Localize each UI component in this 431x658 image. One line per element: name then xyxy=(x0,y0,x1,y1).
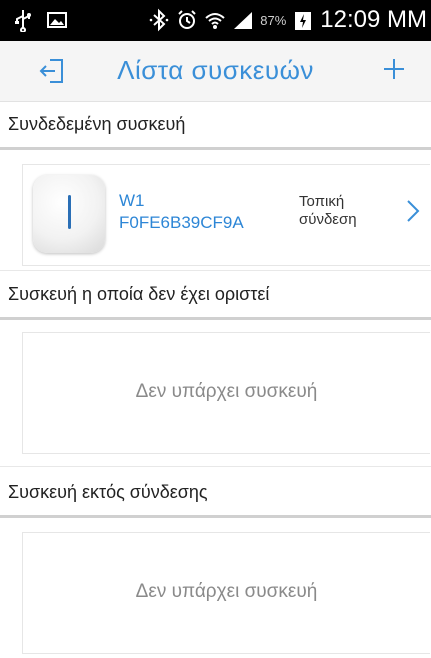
bluetooth-icon xyxy=(149,8,169,32)
alarm-icon xyxy=(178,10,196,29)
page-title: Λίστα συσκευών xyxy=(117,55,314,85)
battery-charging-icon xyxy=(295,12,312,30)
device-status-line2: σύνδεση xyxy=(299,211,357,228)
clock: 12:09 MM xyxy=(320,6,427,33)
divider xyxy=(0,270,431,271)
empty-unassigned-text: Δεν υπάρχει συσκευή xyxy=(135,381,318,402)
chevron-right-icon[interactable] xyxy=(402,195,424,227)
add-device-icon[interactable] xyxy=(379,53,409,85)
usb-icon xyxy=(15,10,31,32)
app-header: Λίστα συσκευών xyxy=(0,41,431,102)
section-unassigned-header: Συσκευή η οποία δεν έχει οριστεί xyxy=(0,272,431,320)
section-connected-title: Συνδεδεμένη συσκευή xyxy=(8,114,186,134)
section-offline-title: Συσκευή εκτός σύνδεσης xyxy=(8,482,208,502)
status-left-icons xyxy=(12,8,68,32)
device-status-line1: Τοπική xyxy=(299,193,345,210)
empty-offline-box: Δεν υπάρχει συσκευή xyxy=(22,532,430,654)
divider xyxy=(0,466,431,467)
device-connection-status: Τοπική σύνδεση xyxy=(299,193,357,229)
battery-percent: 87% xyxy=(260,12,287,28)
device-thumbnail xyxy=(33,175,105,253)
image-notification-icon xyxy=(47,12,67,28)
empty-unassigned-box: Δεν υπάρχει συσκευή xyxy=(22,332,430,454)
status-right-icons: 87% 12:09 MM xyxy=(148,6,427,34)
device-led-indicator xyxy=(68,195,71,229)
device-mac: F0FE6B39CF9A xyxy=(119,213,244,232)
wifi-icon xyxy=(205,13,225,29)
device-list-item[interactable]: W1 F0FE6B39CF9A Τοπική σύνδεση xyxy=(22,164,430,266)
section-connected-header: Συνδεδεμένη συσκευή xyxy=(0,102,431,150)
signal-icon xyxy=(234,12,253,29)
device-name: W1 xyxy=(119,191,145,210)
section-unassigned-title: Συσκευή η οποία δεν έχει οριστεί xyxy=(8,284,270,304)
section-offline-header: Συσκευή εκτός σύνδεσης xyxy=(0,470,431,518)
status-bar: 87% 12:09 MM xyxy=(0,0,431,41)
empty-offline-text: Δεν υπάρχει συσκευή xyxy=(135,581,318,602)
